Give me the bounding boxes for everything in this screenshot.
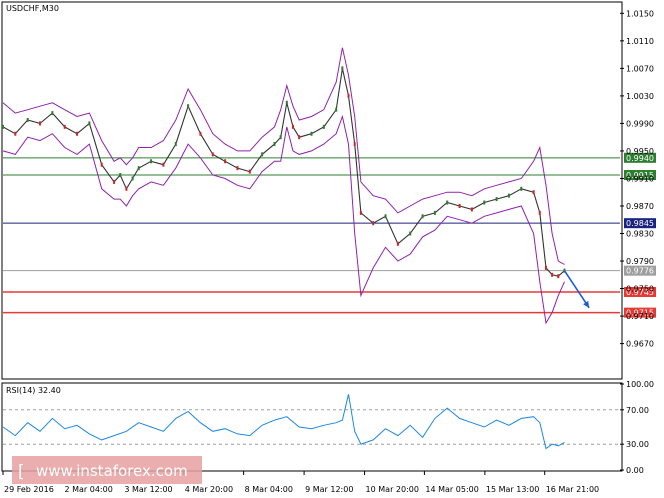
price-candle-25 [279,135,282,140]
price-tick-label-12: 0.9670 [626,340,654,349]
price-candle-18 [199,131,202,136]
price-candle-51 [544,265,547,270]
x-tick-label-0: 29 Feb 2016 [4,485,54,494]
price-tick-label-9: 0.9790 [626,257,654,266]
price-candle-47 [507,193,510,198]
rsi-tick-label-2: 30.00 [626,440,649,449]
price-candle-5 [63,124,66,129]
price-candle-33 [347,93,350,98]
price-candle-9 [113,179,116,184]
price-tick-label-0: 1.0150 [626,9,654,18]
price-candle-34 [353,142,356,147]
price-candle-2 [26,117,29,122]
price-tick-label-3: 1.0030 [626,92,654,101]
price-candle-22 [248,169,251,174]
price-candle-13 [137,166,140,171]
price-candle-42 [446,200,449,205]
rsi-tick-label-3: 0.00 [626,466,644,475]
watermark-bracket: [ [18,462,25,482]
price-candle-27 [291,124,294,129]
price-tick-label-11: 0.9710 [626,312,654,321]
price-candle-19 [211,152,214,157]
price-candle-8 [100,162,103,167]
price-candle-36 [372,221,375,226]
x-tick-label-5: 9 Mar 12:00 [305,485,353,494]
x-tick-label-9: 16 Mar 21:00 [546,485,599,494]
price-candle-3 [39,121,42,126]
price-candle-26 [285,100,288,105]
price-candle-29 [310,131,313,136]
price-tick-label-7: 0.9870 [626,202,654,211]
price-candle-39 [409,231,412,236]
price-candle-1 [14,131,17,136]
price-chart-title: USDCHF,M30 [6,4,59,13]
price-candle-28 [298,135,301,140]
price-candle-49 [532,190,535,195]
price-candle-15 [162,162,165,167]
rsi-title: RSI(14) 32.40 [6,386,61,395]
price-candle-48 [520,186,523,191]
level-label-3: 0.9776 [626,267,654,276]
price-candle-17 [187,104,190,109]
x-tick-label-3: 4 Mar 20:00 [185,485,233,494]
price-candle-53 [557,274,560,279]
price-candle-35 [359,210,362,215]
price-tick-label-10: 0.9750 [626,285,654,294]
price-candle-20 [224,159,227,164]
x-tick-label-7: 14 Mar 05:00 [425,485,478,494]
price-candle-46 [495,197,498,202]
price-candle-23 [261,152,264,157]
rsi-tick-label-1: 70.00 [626,406,649,415]
watermark: [ www.instaforex.com [12,456,202,484]
price-candle-6 [76,131,79,136]
usdchf-chart: 0.99400.99150.98450.97760.97450.9715 1.0… [0,0,664,498]
price-candle-41 [433,210,436,215]
price-candle-32 [341,66,344,71]
price-candle-10 [119,173,122,178]
x-tick-label-1: 2 Mar 04:00 [64,485,112,494]
price-candle-4 [51,111,54,116]
x-tick-label-8: 15 Mar 13:00 [486,485,539,494]
price-candle-40 [421,214,424,219]
price-candle-30 [322,124,325,129]
price-candle-7 [88,121,91,126]
price-tick-label-4: 0.9990 [626,119,654,128]
price-candle-43 [458,203,461,208]
price-candle-0 [2,124,4,129]
price-tick-label-1: 1.0110 [626,37,654,46]
price-candle-31 [335,107,338,112]
rsi-tick-label-0: 100.00 [626,380,654,389]
price-tick-label-5: 0.9950 [626,147,654,156]
price-candle-37 [384,214,387,219]
price-tick-label-6: 0.9910 [626,174,654,183]
price-tick-label-8: 0.9830 [626,230,654,239]
price-tick-label-2: 1.0070 [626,64,654,73]
price-candle-24 [273,142,276,147]
level-label-2: 0.9845 [626,219,654,228]
price-candle-14 [150,159,153,164]
watermark-text: www.instaforex.com [36,462,188,480]
price-candle-12 [131,176,134,181]
price-candle-45 [483,200,486,205]
price-candle-50 [538,210,541,215]
price-candle-11 [125,186,128,191]
price-candle-38 [396,241,399,246]
price-candle-16 [174,142,177,147]
price-candle-21 [236,166,239,171]
price-candle-52 [551,272,554,277]
x-tick-label-2: 3 Mar 12:00 [124,485,172,494]
x-tick-label-6: 10 Mar 20:00 [366,485,419,494]
chart-root: 0.9940 0.9915 0.9845 0.9776 0.9745 0.9715 1.0… [0,0,664,498]
x-tick-label-4: 8 Mar 04:00 [245,485,293,494]
price-candle-44 [470,207,473,212]
